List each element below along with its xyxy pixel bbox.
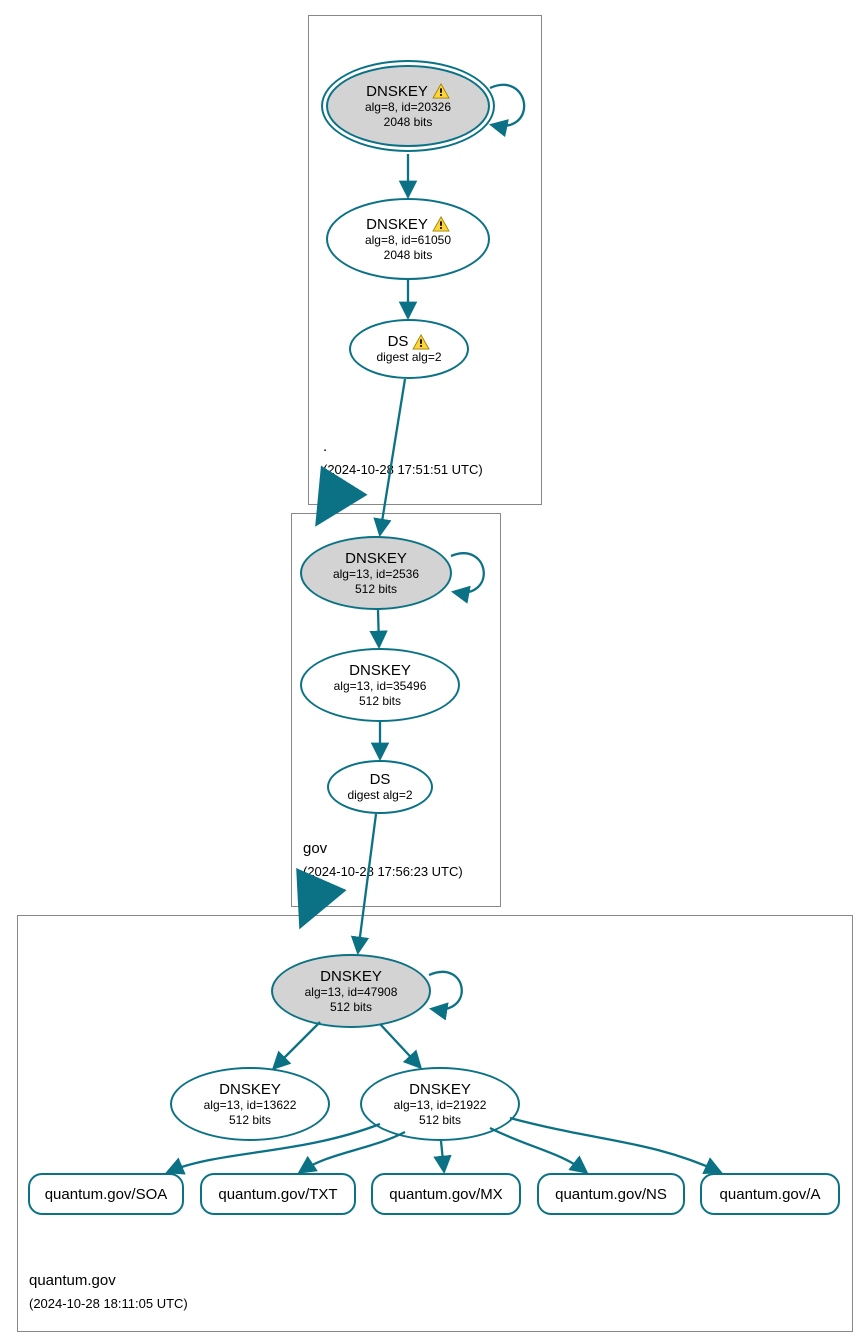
node-title: DNSKEY (345, 550, 407, 567)
node-title: DS (388, 333, 431, 350)
ds-label: DS (388, 333, 409, 350)
node-digest-alg: digest alg=2 (376, 350, 441, 365)
node-alg-id: alg=13, id=13622 (204, 1098, 297, 1113)
zone-quantum-name: quantum.gov (29, 1272, 116, 1289)
dnskey-label: DNSKEY (320, 968, 382, 985)
zone-gov-name: gov (303, 840, 327, 857)
node-title: DS (370, 771, 391, 788)
node-gov-ksk-dnskey: DNSKEY alg=13, id=2536 512 bits (300, 536, 452, 610)
node-quantum-zsk2-dnskey: DNSKEY alg=13, id=21922 512 bits (360, 1067, 520, 1141)
node-title: DNSKEY (409, 1081, 471, 1098)
dnskey-label: DNSKEY (366, 83, 428, 100)
zone-root-timestamp: (2024-10-28 17:51:51 UTC) (323, 462, 483, 477)
zone-root-name: . (323, 438, 327, 455)
node-bits: 2048 bits (384, 115, 433, 130)
node-alg-id: alg=8, id=20326 (365, 100, 451, 115)
node-root-zsk-dnskey: DNSKEY alg=8, id=61050 2048 bits (326, 198, 490, 280)
node-rr-a: quantum.gov/A (700, 1173, 840, 1215)
node-bits: 512 bits (330, 1000, 372, 1015)
node-root-ksk-dnskey: DNSKEY alg=8, id=20326 2048 bits (326, 65, 490, 147)
node-alg-id: alg=13, id=21922 (394, 1098, 487, 1113)
zone-gov-timestamp: (2024-10-28 17:56:23 UTC) (303, 864, 463, 879)
node-alg-id: alg=13, id=2536 (333, 567, 419, 582)
node-rr-soa: quantum.gov/SOA (28, 1173, 184, 1215)
node-bits: 512 bits (355, 582, 397, 597)
warning-icon (432, 83, 450, 99)
node-title: DNSKEY (366, 83, 450, 100)
rr-label: quantum.gov/TXT (218, 1186, 337, 1203)
node-alg-id: alg=13, id=47908 (305, 985, 398, 1000)
node-alg-id: alg=8, id=61050 (365, 233, 451, 248)
node-gov-ds: DS digest alg=2 (327, 760, 433, 814)
node-title: DNSKEY (320, 968, 382, 985)
node-title: DNSKEY (349, 662, 411, 679)
node-rr-txt: quantum.gov/TXT (200, 1173, 356, 1215)
node-root-ds: DS digest alg=2 (349, 319, 469, 379)
node-quantum-zsk1-dnskey: DNSKEY alg=13, id=13622 512 bits (170, 1067, 330, 1141)
ds-label: DS (370, 771, 391, 788)
node-bits: 512 bits (229, 1113, 271, 1128)
warning-icon (412, 334, 430, 350)
rr-label: quantum.gov/NS (555, 1186, 667, 1203)
dnskey-label: DNSKEY (366, 216, 428, 233)
zone-quantum-timestamp: (2024-10-28 18:11:05 UTC) (29, 1296, 188, 1311)
node-rr-mx: quantum.gov/MX (371, 1173, 521, 1215)
dnskey-label: DNSKEY (219, 1081, 281, 1098)
node-title: DNSKEY (366, 216, 450, 233)
node-digest-alg: digest alg=2 (347, 788, 412, 803)
dnskey-label: DNSKEY (345, 550, 407, 567)
node-quantum-ksk-dnskey: DNSKEY alg=13, id=47908 512 bits (271, 954, 431, 1028)
node-rr-ns: quantum.gov/NS (537, 1173, 685, 1215)
rr-label: quantum.gov/MX (389, 1186, 502, 1203)
node-bits: 512 bits (359, 694, 401, 709)
node-alg-id: alg=13, id=35496 (334, 679, 427, 694)
dnskey-label: DNSKEY (409, 1081, 471, 1098)
rr-label: quantum.gov/SOA (45, 1186, 168, 1203)
node-gov-zsk-dnskey: DNSKEY alg=13, id=35496 512 bits (300, 648, 460, 722)
rr-label: quantum.gov/A (720, 1186, 821, 1203)
node-bits: 512 bits (419, 1113, 461, 1128)
node-bits: 2048 bits (384, 248, 433, 263)
node-title: DNSKEY (219, 1081, 281, 1098)
warning-icon (432, 216, 450, 232)
dnskey-label: DNSKEY (349, 662, 411, 679)
